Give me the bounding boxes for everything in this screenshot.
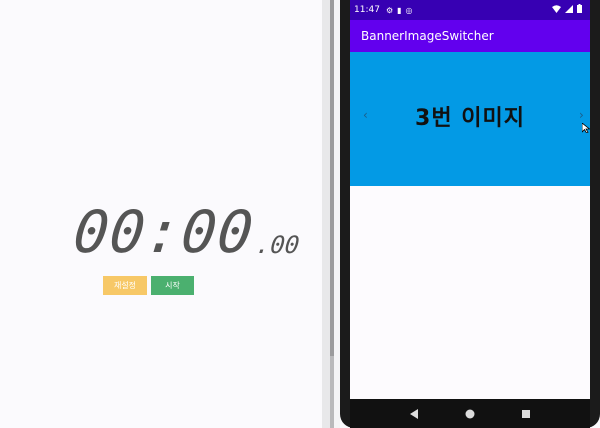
status-time: 11:47 (354, 5, 380, 15)
sync-icon: ◎ (405, 5, 413, 15)
banner-image-switcher[interactable]: ‹ 3번 이미지 › (350, 52, 590, 186)
divider (322, 0, 330, 428)
phone-screen: 11:47 ⚙ ▮ ◎ BannerImageSwitcher ‹ 3번 이미지… (350, 0, 590, 428)
navigation-bar (350, 399, 590, 428)
app-bar: BannerImageSwitcher (350, 20, 590, 52)
gear-icon: ⚙ (385, 5, 394, 15)
mouse-cursor-icon (582, 123, 590, 133)
wifi-icon (552, 4, 561, 13)
timer-milliseconds: .00 (254, 231, 301, 259)
phone-frame: 11:47 ⚙ ▮ ◎ BannerImageSwitcher ‹ 3번 이미지… (340, 0, 600, 428)
banner-text: 3번 이미지 (415, 106, 525, 131)
timer-main: 00:00 (70, 198, 258, 266)
next-arrow-icon[interactable]: › (579, 108, 584, 122)
sd-card-icon: ▮ (397, 5, 402, 15)
stopwatch-pane: 00:00 .00 재설정 시작 (0, 0, 322, 428)
battery-icon (577, 4, 582, 13)
reset-button[interactable]: 재설정 (103, 276, 147, 295)
status-bar: 11:47 ⚙ ▮ ◎ (350, 0, 590, 20)
app-title: BannerImageSwitcher (361, 29, 494, 43)
recents-icon[interactable] (518, 406, 534, 422)
signal-icon (565, 4, 573, 13)
back-icon[interactable] (406, 406, 422, 422)
timer-display: 00:00 .00 (70, 198, 301, 266)
start-button[interactable]: 시작 (151, 276, 194, 295)
home-icon[interactable] (462, 406, 478, 422)
